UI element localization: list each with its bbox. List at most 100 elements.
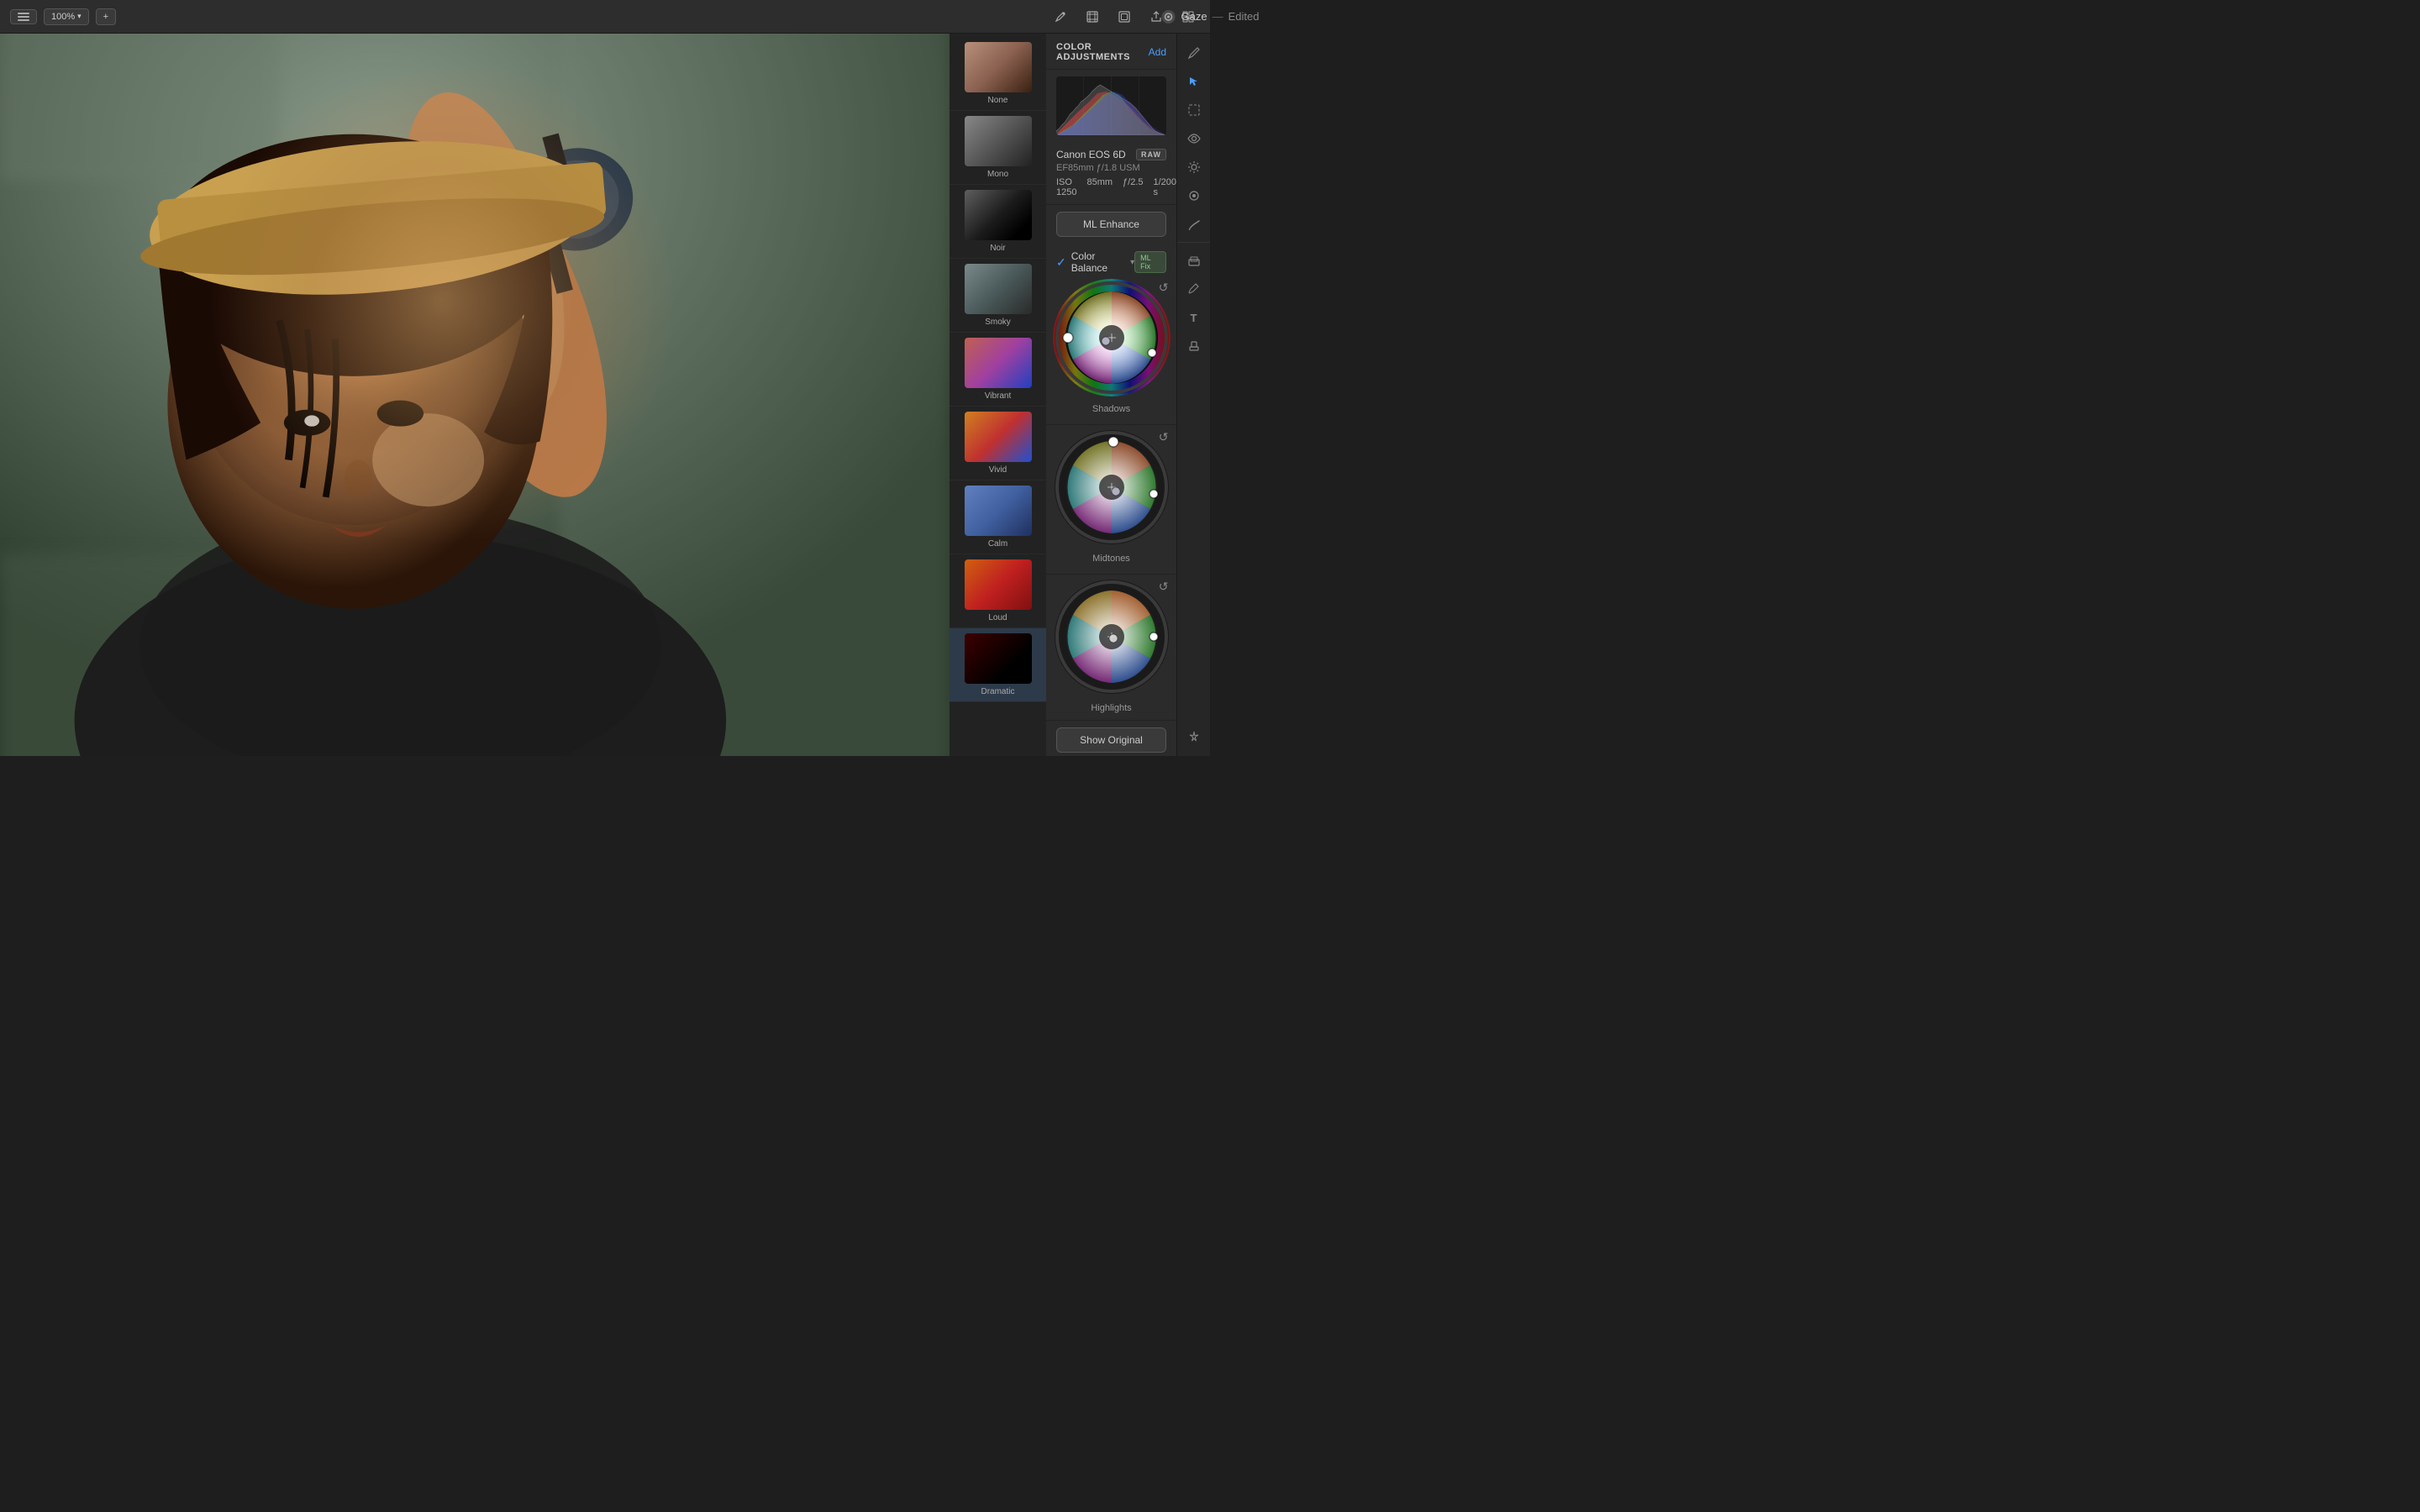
arrow-tool-button[interactable] <box>1181 69 1207 94</box>
midtones-wheel-wrapper: ↺ <box>1056 428 1166 550</box>
sun-tool-button[interactable] <box>1181 155 1207 180</box>
crop-toolbar-btn[interactable] <box>1081 5 1104 29</box>
main-content: None Mono Noir Smoky <box>0 34 1210 756</box>
color-adj-title: COLOR ADJUSTMENTS <box>1056 42 1149 62</box>
zoom-label: 100% <box>51 12 75 22</box>
app-icon <box>1161 9 1176 24</box>
filter-smoky-thumb <box>965 264 1032 314</box>
stamp-tool-button[interactable] <box>1181 333 1207 359</box>
focal-length: 85mm <box>1086 177 1113 197</box>
iso-value: ISO 1250 <box>1056 177 1076 197</box>
app-name: Gaze <box>1181 10 1207 23</box>
filter-calm[interactable]: Calm <box>950 480 1046 554</box>
color-balance-check: ✓ <box>1056 255 1066 270</box>
filter-dramatic[interactable]: Dramatic <box>950 628 1046 702</box>
filter-noir-label: Noir <box>990 244 1005 253</box>
sidebar-toggle[interactable] <box>10 9 37 24</box>
adjustments-panel: COLOR ADJUSTMENTS Add <box>1046 34 1176 756</box>
raw-badge: RAW <box>1136 149 1166 160</box>
color-adj-header: COLOR ADJUSTMENTS Add <box>1046 34 1176 70</box>
filter-smoky[interactable]: Smoky <box>950 259 1046 333</box>
eraser-tool-button[interactable] <box>1181 248 1207 273</box>
midtones-section: ↺ <box>1046 428 1176 570</box>
midtones-reset-button[interactable]: ↺ <box>1157 428 1171 446</box>
bottom-buttons: Show Original Reset Adjustments <box>1046 720 1176 756</box>
highlights-label: Highlights <box>1056 703 1166 713</box>
frame-toolbar-btn[interactable] <box>1113 5 1136 29</box>
filter-loud-thumb <box>965 559 1032 610</box>
text-tool-icon: T <box>1191 312 1197 324</box>
filter-loud[interactable]: Loud <box>950 554 1046 628</box>
photo-display <box>0 34 950 756</box>
photo-area <box>0 34 950 756</box>
zoom-plus-button[interactable]: + <box>96 8 116 25</box>
shutter-speed: 1/200 s <box>1154 177 1177 197</box>
histogram-container <box>1056 76 1166 135</box>
circle-tool-button[interactable] <box>1181 183 1207 208</box>
filter-vibrant-thumb <box>965 338 1032 388</box>
shadows-label: Shadows <box>1056 404 1166 414</box>
titlebar: 100% ▾ + Gaze — Edited <box>0 0 1210 34</box>
color-balance-label: Color Balance <box>1071 250 1125 274</box>
filter-vibrant-label: Vibrant <box>985 391 1012 401</box>
color-balance-header: ✓ Color Balance ▾ ML Fix <box>1046 244 1176 279</box>
filter-dramatic-thumb <box>965 633 1032 684</box>
camera-lens: EF85mm ƒ/1.8 USM <box>1056 163 1166 173</box>
filmstrip: None Mono Noir Smoky <box>950 34 1046 756</box>
divider-1 <box>1046 424 1176 425</box>
filter-mono-thumb <box>965 116 1032 166</box>
text-tool-button[interactable]: T <box>1181 305 1207 330</box>
shadows-wheel-wrapper: ↺ <box>1056 279 1166 401</box>
zoom-chevron: ▾ <box>77 12 82 21</box>
filter-calm-label: Calm <box>988 539 1007 549</box>
filter-none-thumb <box>965 42 1032 92</box>
selection-tool-button[interactable] <box>1181 97 1207 123</box>
color-balance-left: ✓ Color Balance ▾ <box>1056 250 1134 274</box>
pen-tool-button[interactable] <box>1181 40 1207 66</box>
midtones-wheel-svg <box>1053 428 1171 546</box>
filter-loud-label: Loud <box>988 613 1007 622</box>
camera-info: Canon EOS 6D RAW EF85mm ƒ/1.8 USM ISO 12… <box>1046 142 1176 205</box>
filter-noir[interactable]: Noir <box>950 185 1046 259</box>
filter-mono-label: Mono <box>987 170 1008 179</box>
aperture: ƒ/2.5 <box>1123 177 1143 197</box>
titlebar-left: 100% ▾ + <box>10 8 116 25</box>
midtones-wheel-container: ↺ <box>1053 428 1171 550</box>
toolbar-divider <box>1177 242 1210 243</box>
filter-none-label: None <box>988 96 1008 105</box>
highlights-wheel-container: ↺ <box>1053 578 1171 700</box>
shadows-wheel-container: ↺ <box>1053 279 1171 401</box>
midtones-label: Midtones <box>1056 554 1166 564</box>
shadows-reset-button[interactable]: ↺ <box>1157 279 1171 297</box>
edited-label: Edited <box>1228 10 1260 23</box>
add-adjustment-button[interactable]: Add <box>1149 46 1166 58</box>
pencil-tool-button[interactable] <box>1181 276 1207 302</box>
edited-separator: — <box>1213 10 1223 23</box>
filter-vivid[interactable]: Vivid <box>950 407 1046 480</box>
highlights-reset-button[interactable]: ↺ <box>1157 578 1171 596</box>
right-toolbar: T <box>1176 34 1210 756</box>
camera-model: Canon EOS 6D <box>1056 149 1126 160</box>
photo-svg <box>0 34 950 756</box>
shadows-section: ↺ <box>1046 279 1176 421</box>
filter-dramatic-label: Dramatic <box>981 687 1014 696</box>
filter-vivid-label: Vivid <box>989 465 1007 475</box>
filter-none[interactable]: None <box>950 37 1046 111</box>
highlights-wheel-svg <box>1053 578 1171 696</box>
show-original-button[interactable]: Show Original <box>1056 727 1166 753</box>
filter-mono[interactable]: Mono <box>950 111 1046 185</box>
zoom-control[interactable]: 100% ▾ <box>44 8 89 25</box>
divider-2 <box>1046 574 1176 575</box>
eye-tool-button[interactable] <box>1181 126 1207 151</box>
titlebar-center: Gaze — Edited <box>1161 9 1260 24</box>
ml-fix-badge[interactable]: ML Fix <box>1134 251 1166 273</box>
brush-tool-button[interactable] <box>1181 212 1207 237</box>
highlights-section: ↺ <box>1046 578 1176 720</box>
filter-vivid-thumb <box>965 412 1032 462</box>
highlights-wheel-wrapper: ↺ <box>1056 578 1166 700</box>
pen-toolbar-btn[interactable] <box>1049 5 1072 29</box>
filter-vibrant[interactable]: Vibrant <box>950 333 1046 407</box>
ml-enhance-button[interactable]: ML Enhance <box>1056 212 1166 237</box>
sparkle-tool-button[interactable] <box>1181 724 1207 749</box>
shadows-wheel-svg <box>1053 279 1171 396</box>
